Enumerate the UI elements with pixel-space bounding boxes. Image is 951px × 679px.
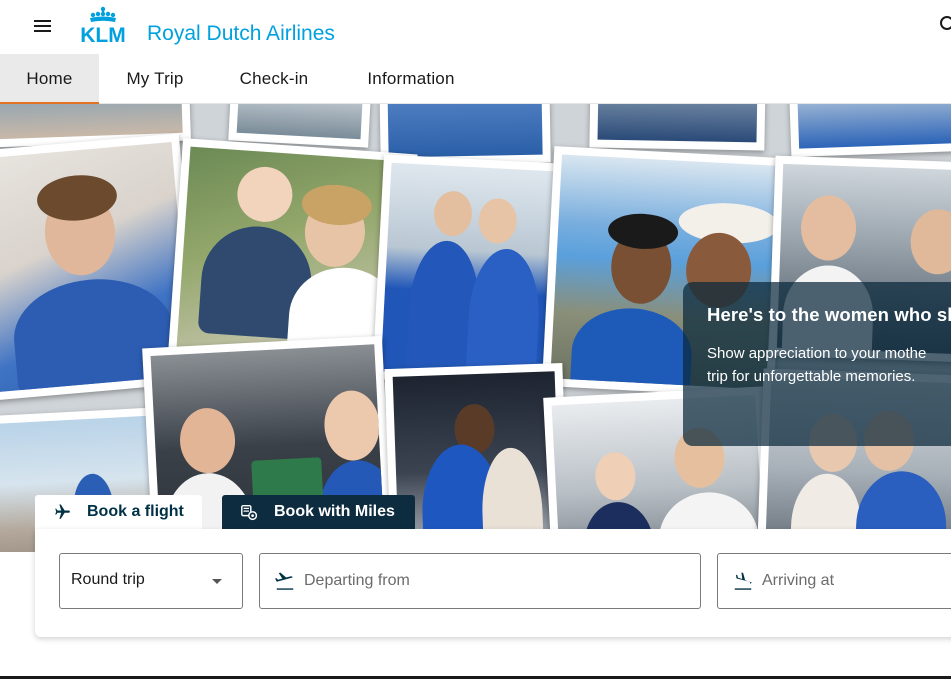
site-header: KLM Royal Dutch Airlines xyxy=(0,0,951,54)
collage-photo xyxy=(228,104,372,148)
collage-photo xyxy=(589,104,766,151)
brand-name: Royal Dutch Airlines xyxy=(147,22,335,45)
departing-from-field[interactable] xyxy=(259,553,701,609)
trip-type-value: Round trip xyxy=(71,571,145,588)
tab-book-a-flight[interactable]: Book a flight xyxy=(35,495,202,529)
hamburger-menu-icon[interactable] xyxy=(34,17,54,35)
tab-book-with-miles-label: Book with Miles xyxy=(274,503,395,520)
promo-text-line-1: Show appreciation to your mothe xyxy=(707,345,927,362)
collage-photo xyxy=(372,154,566,389)
nav-item-check-in[interactable]: Check-in xyxy=(222,54,326,104)
promo-card[interactable]: Here's to the women who sh Show apprecia… xyxy=(683,282,951,446)
promo-title: Here's to the women who sh xyxy=(707,304,951,325)
trip-type-select[interactable]: Round trip xyxy=(59,553,243,609)
miles-coins-icon xyxy=(241,504,258,521)
search-icon[interactable] xyxy=(938,14,951,34)
promo-text-line-2: trip for unforgettable memories. xyxy=(707,368,916,385)
collage-photo xyxy=(788,104,951,157)
nav-item-home[interactable]: Home xyxy=(0,54,99,105)
klm-logo[interactable]: KLM xyxy=(71,6,135,44)
main-nav: Home My Trip Check-in Information xyxy=(0,54,951,105)
hero-banner[interactable]: Here's to the women who sh Show apprecia… xyxy=(0,104,951,552)
nav-item-information[interactable]: Information xyxy=(348,54,474,104)
booking-panel: Round trip xyxy=(35,529,951,637)
chevron-down-icon xyxy=(212,579,222,584)
nav-item-my-trip[interactable]: My Trip xyxy=(110,54,200,104)
tab-book-with-miles[interactable]: Book with Miles xyxy=(222,495,415,529)
tab-book-a-flight-label: Book a flight xyxy=(87,503,184,520)
plane-takeoff-icon xyxy=(275,572,294,590)
arriving-at-input[interactable] xyxy=(762,569,951,593)
plane-icon xyxy=(55,504,70,519)
arriving-at-field[interactable] xyxy=(717,553,951,609)
plane-landing-icon xyxy=(734,572,752,590)
departing-from-input[interactable] xyxy=(304,569,604,593)
svg-text:KLM: KLM xyxy=(80,24,126,44)
